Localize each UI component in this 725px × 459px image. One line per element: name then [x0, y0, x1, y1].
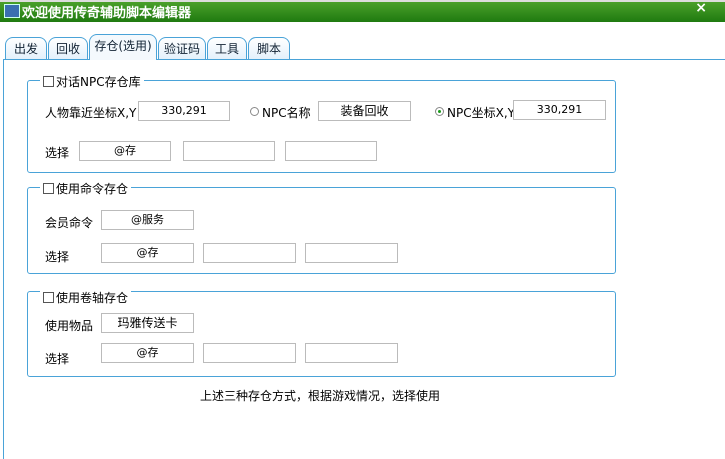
window-title: 欢迎使用传奇辅助脚本编辑器 — [22, 6, 192, 21]
use-item-input[interactable]: 玛雅传送卡 — [101, 313, 194, 333]
select-label: 选择 — [45, 352, 70, 366]
footer-note: 上述三种存仓方式，根据游戏情况，选择使用 — [200, 389, 441, 403]
npc-select-3[interactable] — [285, 141, 377, 161]
use-item-label: 使用物品 — [45, 319, 94, 333]
tab-tools[interactable]: 工具 — [207, 37, 247, 59]
player-coord-label: 人物靠近坐标X,Y — [45, 106, 137, 120]
command-storage-label: 使用命令存仓 — [56, 182, 129, 196]
player-coord-input[interactable]: 330,291 — [138, 101, 230, 121]
tab-recycle[interactable]: 回收 — [48, 37, 88, 59]
scroll-storage-label: 使用卷轴存仓 — [56, 291, 129, 305]
checkbox-icon — [43, 292, 54, 303]
select-label: 选择 — [45, 250, 70, 264]
tab-script[interactable]: 脚本 — [248, 37, 290, 59]
member-command-label: 会员命令 — [45, 216, 94, 230]
checkbox-icon — [43, 76, 54, 87]
cmd-select-2[interactable] — [203, 243, 296, 263]
cmd-select-1[interactable]: @存 — [101, 243, 194, 263]
tab-captcha[interactable]: 验证码 — [158, 37, 206, 59]
tab-depart[interactable]: 出发 — [5, 37, 47, 59]
npc-storage-checkbox[interactable]: 对话NPC存仓库 — [40, 73, 144, 90]
npc-name-label: NPC名称 — [262, 106, 311, 120]
checkbox-icon — [43, 183, 54, 194]
select-label: 选择 — [45, 146, 70, 160]
npc-storage-label: 对话NPC存仓库 — [56, 75, 141, 89]
close-button[interactable]: × — [695, 0, 707, 16]
scroll-select-3[interactable] — [305, 343, 398, 363]
npc-coord-label: NPC坐标X,Y — [447, 106, 515, 120]
npc-coord-input[interactable]: 330,291 — [513, 100, 606, 120]
cmd-select-3[interactable] — [305, 243, 398, 263]
scroll-select-1[interactable]: @存 — [101, 343, 194, 363]
npc-name-radio[interactable] — [250, 107, 259, 116]
member-command-input[interactable]: @服务 — [101, 210, 194, 230]
command-storage-checkbox[interactable]: 使用命令存仓 — [40, 180, 132, 197]
scroll-select-2[interactable] — [203, 343, 296, 363]
scroll-storage-checkbox[interactable]: 使用卷轴存仓 — [40, 289, 132, 306]
npc-select-2[interactable] — [183, 141, 275, 161]
npc-coord-radio[interactable] — [435, 107, 444, 116]
npc-select-1[interactable]: @存 — [79, 141, 171, 161]
npc-name-input[interactable]: 装备回收 — [318, 101, 411, 121]
app-icon — [4, 4, 20, 18]
tab-storage[interactable]: 存仓(选用) — [89, 34, 157, 60]
